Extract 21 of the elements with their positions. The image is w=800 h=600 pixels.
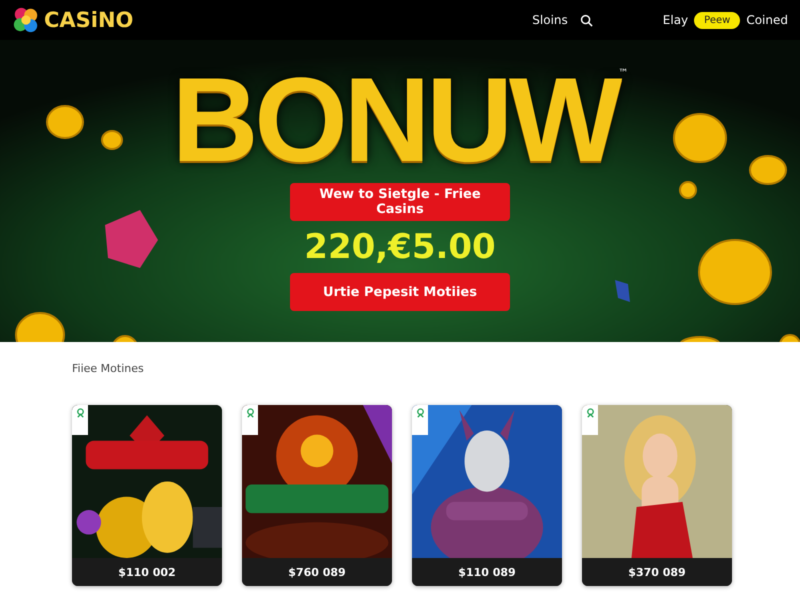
game-card[interactable]: $110 002 <box>72 405 222 586</box>
game-card[interactable]: $760 089 <box>242 405 392 586</box>
logo-icon <box>12 6 40 34</box>
signup-link[interactable]: Coined <box>746 13 788 27</box>
pill-button[interactable]: Peew <box>694 12 740 28</box>
promo-button[interactable]: Wew to Sietgle - Friee Casins <box>290 183 510 221</box>
game-price: $370 089 <box>628 566 686 578</box>
trademark-mark: ™ <box>618 68 628 79</box>
nav-link[interactable]: Sloins <box>532 13 568 27</box>
login-link[interactable]: Elay <box>662 13 688 27</box>
game-price: $110 002 <box>118 566 176 578</box>
game-price: $110 089 <box>458 566 516 578</box>
hero-title: BONUW <box>172 58 618 183</box>
deposit-button[interactable]: Urtie Pepesit Motiies <box>290 273 510 311</box>
game-card[interactable]: $370 089 <box>582 405 732 586</box>
game-price: $760 089 <box>288 566 346 578</box>
logo-text[interactable]: CASiNO <box>44 8 134 32</box>
search-icon[interactable] <box>580 14 593 26</box>
game-card[interactable]: $110 089 <box>412 405 562 586</box>
bonus-amount: 220,€5.00 <box>304 227 496 267</box>
section-title: Fiiee Motines <box>72 362 145 375</box>
